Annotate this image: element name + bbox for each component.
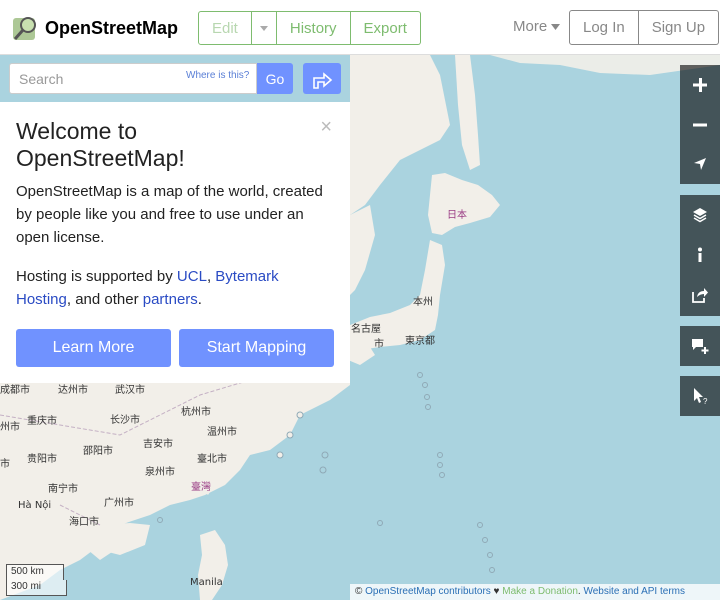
site-logo[interactable]: OpenStreetMap xyxy=(10,13,178,43)
map-label-left-city-2: 州市 xyxy=(0,422,20,433)
map-label-manila: Manila xyxy=(190,577,223,588)
map-label-nanning: 南宁市 xyxy=(48,484,78,495)
contributors-link[interactable]: OpenStreetMap contributors xyxy=(365,586,491,597)
location-arrow-icon xyxy=(694,158,706,171)
more-menu[interactable]: More xyxy=(513,18,561,35)
where-is-this-link[interactable]: Where is this? xyxy=(186,70,249,81)
caret-down-icon xyxy=(551,24,561,31)
map-label-wuhan: 武汉市 xyxy=(115,385,145,396)
map-label-jian: 吉安市 xyxy=(143,439,173,450)
plus-icon xyxy=(693,77,707,92)
welcome-actions: Learn More Start Mapping xyxy=(16,329,334,367)
edit-button-group: Edit History Export xyxy=(198,11,421,45)
directions-icon xyxy=(313,71,333,89)
map-label-guiyang: 贵阳市 xyxy=(27,454,57,465)
map-label-hanoi: Hà Nội xyxy=(18,500,52,511)
attribution-bar: © OpenStreetMap contributors ♥ Make a Do… xyxy=(350,584,720,600)
signup-button[interactable]: Sign Up xyxy=(638,10,720,45)
welcome-title: Welcome to OpenStreetMap! xyxy=(16,118,185,171)
ucl-link[interactable]: UCL xyxy=(177,268,207,285)
map-label-nagoya-city: 市 xyxy=(374,339,384,350)
scale-km: 500 km xyxy=(6,564,64,580)
account-buttons: Log In Sign Up xyxy=(569,10,720,45)
zoom-in-button[interactable] xyxy=(680,65,720,105)
zoom-out-button[interactable] xyxy=(680,105,720,145)
add-note-button[interactable] xyxy=(680,326,720,366)
scale-mi: 300 mi xyxy=(6,580,67,596)
map-info-button[interactable] xyxy=(680,235,720,275)
hosting-prefix: Hosting is supported by xyxy=(16,268,177,285)
map-label-shaoyang: 邵阳市 xyxy=(83,446,113,457)
copyright-symbol: © xyxy=(355,586,366,597)
minus-icon xyxy=(693,123,707,126)
map-label-guangzhou: 广州市 xyxy=(104,498,134,509)
map-scale: 500 km 300 mi xyxy=(6,564,67,596)
terms-link[interactable]: Website and API terms xyxy=(583,586,685,597)
share-icon xyxy=(692,288,708,303)
map-label-hangzhou: 杭州市 xyxy=(181,407,211,418)
close-icon[interactable]: × xyxy=(320,116,332,139)
caret-down-icon xyxy=(259,25,268,31)
partners-link[interactable]: partners xyxy=(143,291,198,308)
layers-icon xyxy=(693,208,707,223)
map-label-wenzhou: 温州市 xyxy=(207,427,237,438)
map-label-dazhou: 达州市 xyxy=(58,385,88,396)
edit-button[interactable]: Edit xyxy=(198,11,252,45)
heart-symbol: ♥ xyxy=(490,586,503,597)
and-other-text: , and other xyxy=(66,291,143,308)
layers-button[interactable] xyxy=(680,195,720,235)
welcome-panel: Welcome to OpenStreetMap! × OpenStreetMa… xyxy=(0,102,350,383)
add-note-icon xyxy=(692,339,709,354)
map-tools-controls xyxy=(680,195,720,316)
note-controls xyxy=(680,326,720,366)
donate-link[interactable]: Make a Donation xyxy=(502,586,578,597)
map-label-chengdu: 成都市 xyxy=(0,385,30,396)
map-label-quanzhou: 泉州市 xyxy=(145,467,175,478)
map-label-japan: 日本 xyxy=(447,210,467,221)
map-label-left-city: 市 xyxy=(0,459,10,470)
locate-button[interactable] xyxy=(680,144,720,184)
map-label-taiwan: 臺灣 xyxy=(191,482,211,493)
export-button[interactable]: Export xyxy=(350,11,421,45)
edit-dropdown-button[interactable] xyxy=(251,11,277,45)
site-name: OpenStreetMap xyxy=(45,17,179,38)
more-label: More xyxy=(513,18,548,35)
navigation-controls xyxy=(680,65,720,184)
learn-more-button[interactable]: Learn More xyxy=(16,329,171,367)
map-label-honshu: 本州 xyxy=(413,297,433,308)
share-button[interactable] xyxy=(680,275,720,315)
map-label-tokyo: 東京都 xyxy=(405,336,435,347)
map-label-changsha: 长沙市 xyxy=(110,415,140,426)
top-header: OpenStreetMap Edit History Export More L… xyxy=(0,0,720,55)
query-controls: ? xyxy=(680,376,720,416)
map-label-haikou: 海口市 xyxy=(69,517,99,528)
map-label-nagoya: 名古屋 xyxy=(351,324,381,335)
search-bar: Search Where is this? Go xyxy=(0,55,350,102)
login-button[interactable]: Log In xyxy=(569,10,639,45)
directions-button[interactable] xyxy=(303,63,341,94)
query-cursor-icon: ? xyxy=(694,388,708,405)
history-button[interactable]: History xyxy=(276,11,351,45)
go-button[interactable]: Go xyxy=(257,63,293,94)
svg-text:?: ? xyxy=(703,397,708,405)
search-placeholder: Search xyxy=(19,70,64,87)
welcome-intro: OpenStreetMap is a map of the world, cre… xyxy=(16,183,323,246)
hosting-text: Hosting is supported by UCL, Bytemark Ho… xyxy=(16,265,334,311)
start-mapping-button[interactable]: Start Mapping xyxy=(179,329,334,367)
hosting-end: . xyxy=(197,291,202,308)
map-label-chongqing: 重庆市 xyxy=(27,416,57,427)
query-features-button[interactable]: ? xyxy=(680,376,720,416)
osm-logo-icon xyxy=(13,17,36,40)
map-label-taipei: 臺北市 xyxy=(197,454,227,465)
info-icon xyxy=(698,247,702,262)
